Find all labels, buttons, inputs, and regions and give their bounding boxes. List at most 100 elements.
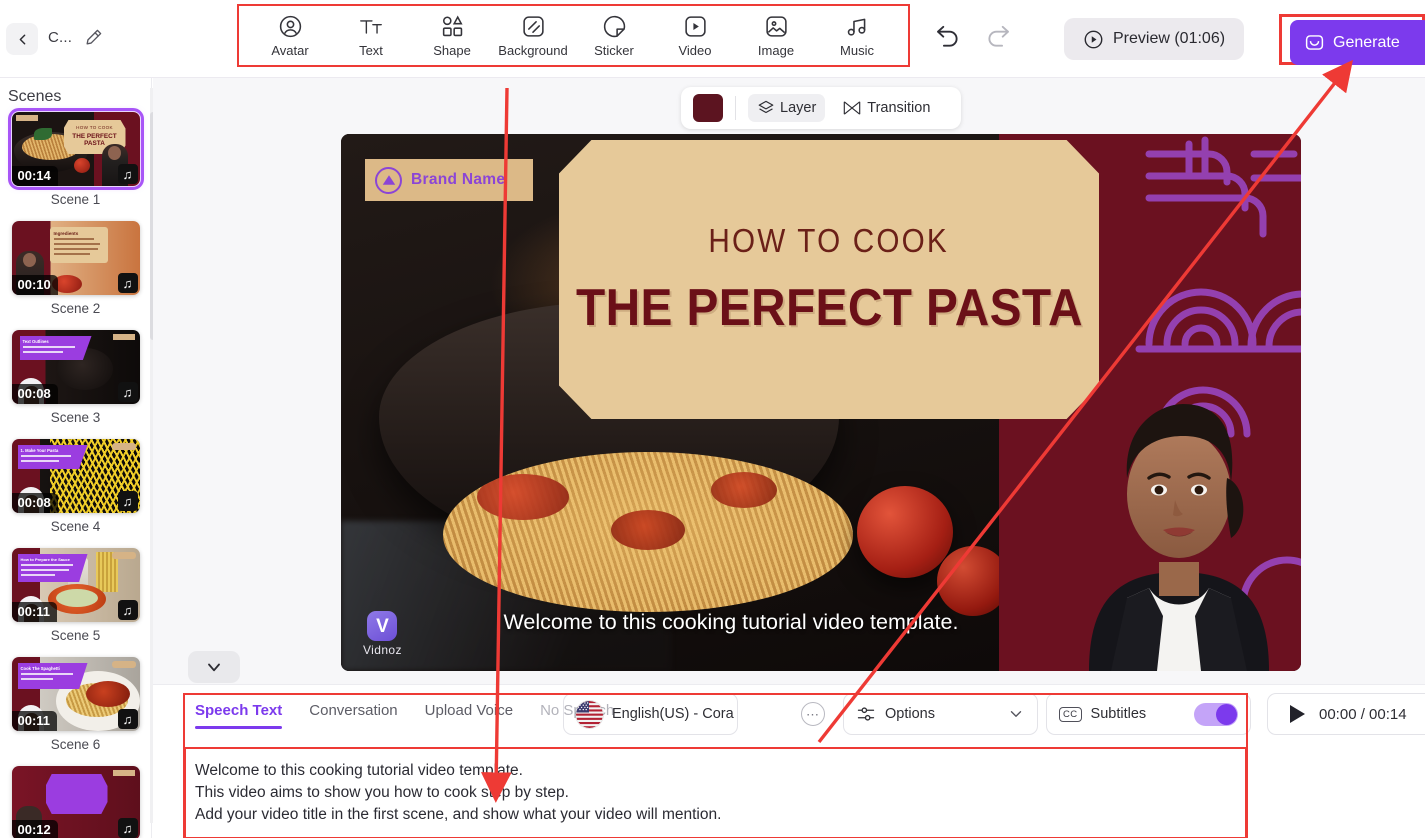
- video-icon: [683, 14, 708, 40]
- collapse-panel-button[interactable]: [188, 651, 240, 683]
- tool-label: Shape: [433, 42, 471, 58]
- brand-badge[interactable]: Brand Name: [365, 159, 533, 201]
- scene-thumbnail[interactable]: HOW TO COOK THE PERFECT PASTA 00:14 ♫: [7, 108, 144, 190]
- sidebar-scene-5[interactable]: How to Prepare the Sauce 00:11 ♫ Scene 5: [0, 548, 151, 651]
- scene-thumbnail[interactable]: 00:12 ♫: [11, 766, 140, 838]
- music-note-icon: ♫: [117, 709, 138, 729]
- watermark-label: Vidnoz: [363, 643, 402, 657]
- tab-conversation[interactable]: Conversation: [309, 702, 397, 729]
- scene-label: Scene 5: [50, 628, 101, 643]
- redo-button[interactable]: [984, 22, 1012, 53]
- tool-label: Avatar: [271, 42, 309, 58]
- redo-icon: [988, 25, 1009, 47]
- scene-duration: 00:10: [11, 275, 58, 295]
- tool-shape[interactable]: Shape: [415, 14, 489, 58]
- tomato: [857, 486, 953, 578]
- undo-button[interactable]: [934, 22, 962, 53]
- tool-label: Image: [757, 42, 795, 58]
- title-small: HOW TO COOK: [708, 221, 950, 259]
- sticker-icon: [602, 14, 627, 40]
- music-note-icon: ♫: [117, 818, 138, 838]
- divider: [735, 96, 736, 120]
- transition-button[interactable]: Transition: [833, 94, 939, 122]
- script-line: This video aims to show you how to cook …: [195, 784, 569, 801]
- pencil-icon: [86, 29, 102, 45]
- preview-label: Preview (01:06): [1113, 30, 1226, 47]
- back-button[interactable]: [6, 23, 38, 55]
- sidebar-scene-1[interactable]: HOW TO COOK THE PERFECT PASTA 00:14 ♫ Sc…: [0, 108, 151, 215]
- undo-icon: [937, 25, 958, 47]
- tab-upload-voice[interactable]: Upload Voice: [425, 702, 513, 729]
- generate-button[interactable]: Generate: [1290, 20, 1425, 65]
- layer-button[interactable]: Layer: [748, 94, 826, 122]
- project-title: C...: [48, 29, 73, 46]
- edit-title-button[interactable]: [84, 28, 103, 52]
- script-line: Welcome to this cooking tutorial video t…: [195, 762, 523, 779]
- music-icon: [845, 14, 870, 40]
- scene-duration: 00:08: [11, 493, 58, 513]
- scene-thumbnail[interactable]: Ingredients 00:10 ♫: [11, 221, 140, 295]
- script-line: Add your video title in the first scene,…: [195, 806, 722, 823]
- subtitles-control[interactable]: CC Subtitles: [1046, 693, 1251, 735]
- play-icon[interactable]: [1290, 705, 1305, 723]
- subtitles-label: Subtitles: [1090, 706, 1147, 722]
- scene-thumbnail[interactable]: How to Prepare the Sauce 00:11 ♫: [11, 548, 140, 622]
- image-icon: [764, 14, 789, 40]
- transition-label: Transition: [867, 100, 931, 116]
- scenes-title: Scenes: [8, 88, 62, 105]
- editor-root: C... Avatar Text Shape Background Sticke…: [0, 0, 1425, 838]
- sidebar-scene-7[interactable]: 00:12 ♫ Scene 7: [0, 766, 151, 838]
- speech-panel: Speech Text Conversation Upload Voice No…: [153, 684, 1425, 838]
- layers-icon: [758, 100, 774, 114]
- preview-button[interactable]: Preview (01:06): [1064, 18, 1245, 60]
- tool-background[interactable]: Background: [496, 14, 570, 58]
- subtitles-toggle[interactable]: [1194, 702, 1238, 726]
- playback-time: 00:00 / 00:14: [1319, 705, 1407, 723]
- tool-sticker[interactable]: Sticker: [577, 14, 651, 58]
- scene-thumbnail[interactable]: Text Outlines 00:08 ♫: [11, 330, 140, 404]
- sliders-icon: [857, 707, 875, 721]
- sidebar-scene-3[interactable]: Text Outlines 00:08 ♫ Scene 3: [0, 330, 151, 433]
- title-card[interactable]: HOW TO COOK THE PERFECT PASTA: [559, 140, 1099, 419]
- tool-avatar[interactable]: Avatar: [253, 14, 327, 58]
- tool-text[interactable]: Text: [334, 14, 408, 58]
- tab-speech-text[interactable]: Speech Text: [195, 702, 283, 729]
- title-big: THE PERFECT PASTA: [575, 278, 1083, 337]
- tool-video[interactable]: Video: [658, 14, 732, 58]
- options-label: Options: [885, 706, 935, 722]
- tool-label: Video: [678, 42, 712, 58]
- layer-label: Layer: [780, 100, 817, 116]
- us-flag-icon: [576, 700, 603, 728]
- audio-player[interactable]: 00:00 / 00:14: [1267, 693, 1425, 735]
- transition-icon: [844, 101, 861, 115]
- color-swatch-button[interactable]: [693, 94, 723, 122]
- background-icon: [521, 14, 546, 40]
- tool-label: Music: [840, 42, 874, 58]
- music-note-icon: ♫: [117, 600, 138, 620]
- scene-thumbnail[interactable]: Cook The Spaghetti 00:11 ♫: [11, 657, 140, 731]
- scene-duration: 00:11: [11, 711, 58, 731]
- voice-more-button[interactable]: ⋯: [801, 702, 825, 726]
- video-canvas[interactable]: Brand Name HOW TO COOK THE PERFECT PASTA: [341, 134, 1301, 671]
- tool-image[interactable]: Image: [739, 14, 813, 58]
- generate-highlight: Generate: [1279, 14, 1425, 65]
- subtitle-caption[interactable]: Welcome to this cooking tutorial video t…: [341, 610, 1301, 635]
- sidebar-scene-6[interactable]: Cook The Spaghetti 00:11 ♫ Scene 6: [0, 657, 151, 760]
- scene-duration: 00:14: [11, 166, 58, 186]
- music-note-icon: ♫: [117, 273, 138, 293]
- scene-thumbnail[interactable]: 1. Make Your Pasta 00:08 ♫: [11, 439, 140, 513]
- chevron-down-icon: [1010, 711, 1022, 717]
- script-textarea[interactable]: Welcome to this cooking tutorial video t…: [195, 760, 1235, 826]
- scene-label: Scene 6: [50, 737, 101, 752]
- mountain-icon: [375, 166, 402, 194]
- brand-name: Brand Name: [411, 171, 506, 188]
- options-dropdown[interactable]: Options: [843, 693, 1038, 735]
- tool-music[interactable]: Music: [820, 14, 894, 58]
- tool-label: Text: [359, 42, 383, 58]
- generate-label: Generate: [1333, 33, 1400, 51]
- music-note-icon: ♫: [117, 382, 138, 402]
- voice-selector[interactable]: English(US) - Cora: [563, 693, 738, 735]
- sidebar-scene-2[interactable]: Ingredients 00:10 ♫ Scene 2: [0, 221, 151, 324]
- sidebar-scene-4[interactable]: 1. Make Your Pasta 00:08 ♫ Scene 4: [0, 439, 151, 542]
- tools-toolbar: Avatar Text Shape Background Sticker Vid…: [237, 4, 910, 67]
